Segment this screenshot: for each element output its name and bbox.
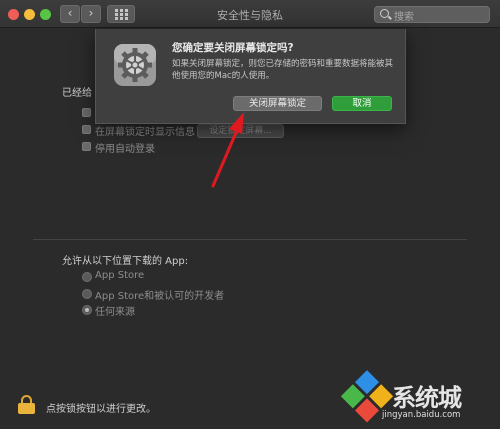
dialog-message: 如果关闭屏幕锁定，则您已存储的密码和重要数据将能被其他使用您的Mac的人使用。 <box>172 59 394 81</box>
close-window-button[interactable] <box>8 9 19 20</box>
back-button[interactable]: ‹ <box>60 5 80 23</box>
general-section-label: 已经给 <box>62 88 92 99</box>
turn-off-screen-lock-button[interactable]: 关闭屏幕锁定 <box>233 96 322 111</box>
window-title: 安全性与隐私 <box>217 9 283 22</box>
title-bar: ‹ › 安全性与隐私 搜索 <box>0 0 500 28</box>
radio-app-store-label: App Store <box>95 270 145 281</box>
section-divider <box>33 239 467 240</box>
chevron-left-icon: ‹ <box>67 6 73 20</box>
lock-instruction: 点按锁按钮以进行更改。 <box>46 404 156 415</box>
minimize-window-button[interactable] <box>24 9 35 20</box>
watermark-brand: 系统城 <box>392 384 462 412</box>
show-message-checkbox[interactable] <box>82 125 91 134</box>
show-message-label: 在屏幕锁定时显示信息 <box>95 127 195 138</box>
radio-anywhere-label: 任何来源 <box>95 307 135 318</box>
search-field[interactable]: 搜索 <box>374 6 490 23</box>
show-all-button[interactable] <box>107 5 135 23</box>
set-lock-message-button[interactable]: 设定锁定屏幕... <box>197 124 284 138</box>
radio-app-store-identified[interactable] <box>82 289 92 299</box>
zoom-window-button[interactable] <box>40 9 51 20</box>
forward-button[interactable]: › <box>81 5 101 23</box>
radio-app-store-identified-label: App Store和被认可的开发者 <box>95 291 225 302</box>
chevron-right-icon: › <box>88 6 94 20</box>
disable-autologin-checkbox[interactable] <box>82 142 91 151</box>
radio-anywhere[interactable] <box>82 305 92 315</box>
radio-app-store[interactable] <box>82 272 92 282</box>
watermark-url: jingyan.baidu.com <box>382 410 461 420</box>
search-icon <box>380 9 389 18</box>
downloads-label: 允许从以下位置下载的 App: <box>62 256 189 267</box>
dialog-title: 您确定要关闭屏幕锁定吗? <box>172 42 294 54</box>
disable-autologin-label: 停用自动登录 <box>95 144 155 155</box>
cancel-button[interactable]: 取消 <box>332 96 392 111</box>
partially-hidden-checkbox[interactable] <box>82 108 91 117</box>
confirm-disable-lock-dialog: 您确定要关闭屏幕锁定吗? 如果关闭屏幕锁定，则您已存储的密码和重要数据将能被其他… <box>95 29 406 124</box>
gear-icon <box>114 44 156 86</box>
padlock-icon[interactable] <box>18 395 35 414</box>
search-placeholder: 搜索 <box>394 12 414 23</box>
